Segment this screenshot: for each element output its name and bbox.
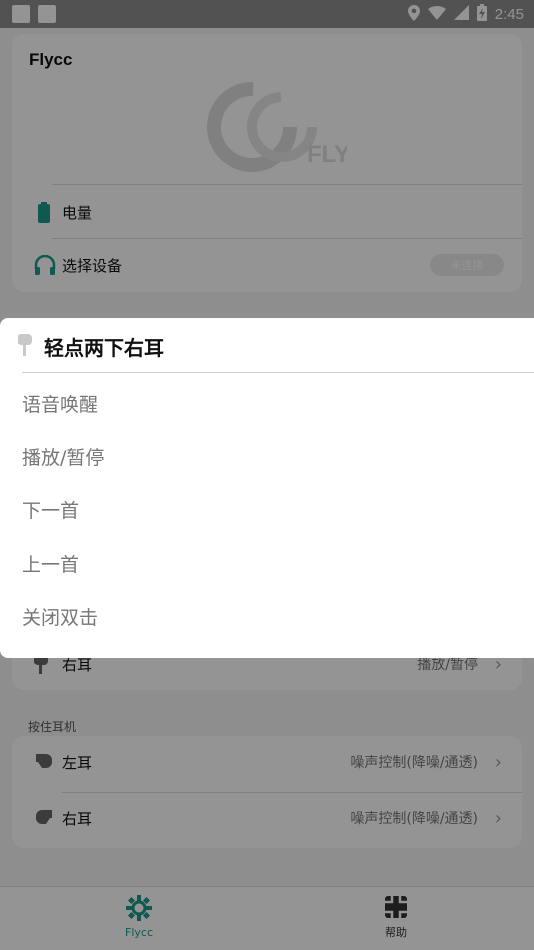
- option-next-track[interactable]: 下一首: [22, 486, 512, 532]
- dialog-title: 轻点两下右耳: [44, 336, 164, 360]
- dialog-header: 轻点两下右耳: [0, 318, 534, 372]
- option-play-pause[interactable]: 播放/暂停: [22, 433, 512, 479]
- option-previous-track[interactable]: 上一首: [22, 540, 512, 586]
- option-disable-double-tap[interactable]: 关闭双击: [22, 593, 512, 639]
- double-tap-right-ear-dialog: 轻点两下右耳 语音唤醒 播放/暂停 下一首 上一首 关闭双击: [0, 318, 534, 658]
- option-voice-wake[interactable]: 语音唤醒: [22, 380, 512, 426]
- dialog-divider: [22, 372, 534, 373]
- earbud-icon: [16, 334, 32, 360]
